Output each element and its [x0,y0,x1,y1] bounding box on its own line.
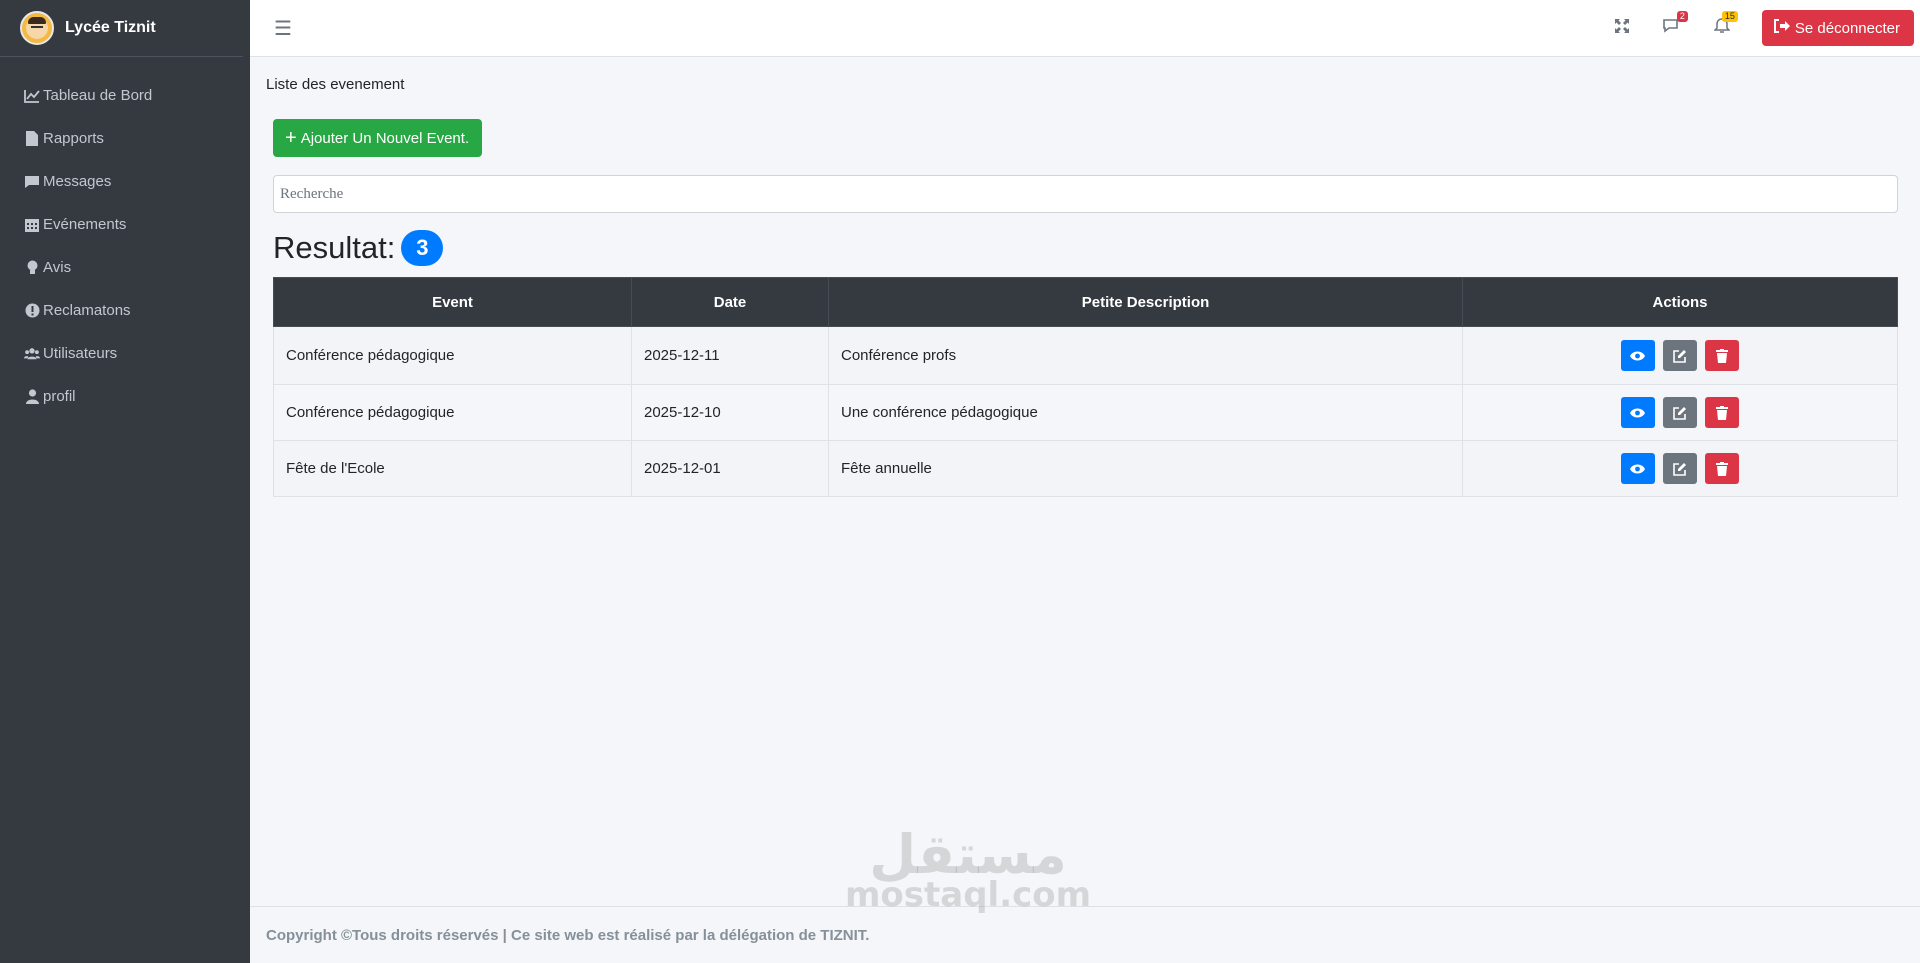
table-header-row: Event Date Petite Description Actions [273,277,1898,327]
column-header-date: Date [631,277,829,327]
brand-logo [20,11,54,45]
sidebar-item-label: Evénements [43,216,127,233]
main-content: Liste des evenement + Ajouter Un Nouvel … [250,57,1920,907]
events-table: Event Date Petite Description Actions Co… [273,277,1898,497]
calendar-icon [24,217,40,232]
actions-cell [1462,384,1898,441]
add-event-button[interactable]: + Ajouter Un Nouvel Event. [273,119,483,157]
edit-button[interactable] [1663,340,1697,371]
page-title: Liste des evenement [266,76,405,93]
date-cell: 2025-12-11 [631,326,829,385]
file-icon [24,131,40,146]
search-input[interactable] [273,175,1898,213]
table-row: Conférence pédagogique 2025-12-11 Confér… [273,326,1898,385]
delete-button[interactable] [1705,397,1740,428]
logout-label: Se déconnecter [1794,19,1900,37]
notifications-icon[interactable]: 15 [1712,10,1738,39]
result-summary: Resultat: 3 [273,230,444,266]
column-header-description: Petite Description [828,277,1463,327]
eye-icon [1630,351,1646,360]
description-cell: Fête annuelle [828,440,1463,497]
edit-button[interactable] [1663,453,1697,484]
event-cell: Conférence pédagogique [273,326,632,385]
eye-icon [1630,464,1646,473]
footer-copyright: Copyright ©Tous droits réservés | Ce sit… [266,926,870,944]
users-icon [24,347,40,360]
sidebar-item-rapports[interactable]: Rapports [0,117,250,160]
table-row: Conférence pédagogique 2025-12-10 Une co… [273,384,1898,441]
delete-button[interactable] [1705,340,1740,371]
exclamation-circle-icon [24,303,40,318]
sidebar-item-label: Rapports [43,130,104,147]
topbar-actions: 2 15 Se déconnecter [1612,10,1914,46]
date-cell: 2025-12-10 [631,384,829,441]
sidebar-item-avis[interactable]: Avis [0,246,250,289]
sidebar-item-label: Tableau de Bord [43,87,153,104]
date-cell: 2025-12-01 [631,440,829,497]
sidebar-item-evenements[interactable]: Evénements [0,203,250,246]
sidebar-item-profil[interactable]: profil [0,375,250,418]
result-label: Resultat: [273,230,396,265]
event-cell: Fête de l'Ecole [273,440,632,497]
sidebar-item-messages[interactable]: Messages [0,160,250,203]
messages-badge: 2 [1676,10,1688,22]
topbar: ☰ 2 15 Se déconnecter [250,0,1920,57]
watermark-arabic: مستقل [869,823,1067,886]
sidebar-item-tableau-de-bord[interactable]: Tableau de Bord [0,74,250,117]
event-cell: Conférence pédagogique [273,384,632,441]
delete-button[interactable] [1705,453,1740,484]
edit-icon [1673,462,1686,476]
menu-toggle-icon[interactable]: ☰ [274,16,292,41]
sidebar-nav: Tableau de Bord Rapports Messages Evénem… [0,74,250,418]
eye-icon [1630,408,1646,417]
view-button[interactable] [1620,397,1655,428]
edit-button[interactable] [1663,397,1697,428]
chart-line-icon [24,89,40,103]
brand-link[interactable]: Lycée Tiznit [0,0,243,57]
messages-icon[interactable]: 2 [1662,10,1688,39]
sidebar-item-label: Avis [43,259,72,276]
fullscreen-icon[interactable] [1612,18,1632,38]
sidebar-item-label: Utilisateurs [43,345,118,362]
edit-icon [1673,406,1686,420]
sidebar: Lycée Tiznit Tableau de Bord Rapports Me… [0,0,250,963]
sidebar-item-label: profil [43,388,76,405]
sidebar-item-utilisateurs[interactable]: Utilisateurs [0,332,250,375]
watermark-logo: مستقل mostaql.com [845,823,1092,915]
lightbulb-icon [24,260,40,275]
edit-icon [1673,349,1686,363]
view-button[interactable] [1620,453,1655,484]
plus-icon: + [285,127,297,149]
column-header-event: Event [273,277,632,327]
watermark-latin: mostaql.com [845,875,1092,915]
trash-icon [1716,461,1729,476]
view-button[interactable] [1620,340,1655,371]
column-header-actions: Actions [1462,277,1898,327]
sidebar-item-reclamatons[interactable]: Reclamatons [0,289,250,332]
actions-cell [1462,326,1898,385]
actions-cell [1462,440,1898,497]
sign-out-icon [1773,19,1790,37]
trash-icon [1716,348,1729,363]
sidebar-item-label: Reclamatons [43,302,131,319]
description-cell: Conférence profs [828,326,1463,385]
notifications-badge: 15 [1721,10,1738,22]
add-event-label: Ajouter Un Nouvel Event. [300,129,470,147]
sidebar-item-label: Messages [43,173,112,190]
brand-title: Lycée Tiznit [65,19,156,36]
table-row: Fête de l'Ecole 2025-12-01 Fête annuelle [273,440,1898,497]
user-icon [24,389,40,404]
result-count-badge: 3 [401,230,444,266]
trash-icon [1716,405,1729,420]
comment-icon [24,175,40,189]
description-cell: Une conférence pédagogique [828,384,1463,441]
logout-button[interactable]: Se déconnecter [1761,10,1914,46]
